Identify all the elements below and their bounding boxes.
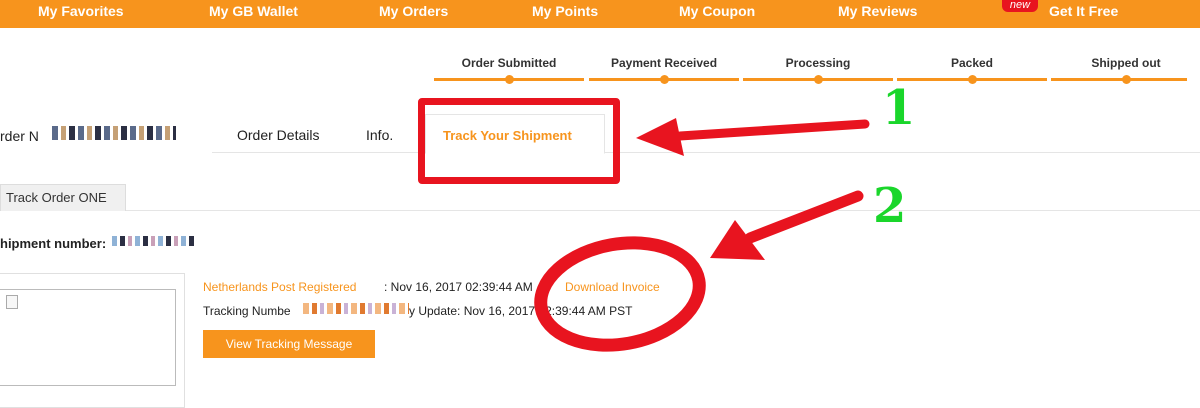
- shipment-date: : Nov 16, 2017 02:39:44 AM: [384, 280, 533, 294]
- nav-my-gb-wallet[interactable]: My GB Wallet: [209, 3, 298, 19]
- annotation-number-1: 1: [882, 80, 916, 136]
- shipment-number-label: hipment number:: [0, 236, 107, 251]
- shipment-number-redacted: [112, 236, 196, 246]
- progress-dot: [505, 75, 514, 84]
- annotation-arrow-2: [744, 190, 864, 244]
- download-invoice-link[interactable]: Download Invoice: [565, 280, 660, 294]
- progress-step-label: Packed: [950, 56, 994, 70]
- tabs-divider: [212, 152, 1200, 153]
- annotation-arrow-1: [675, 119, 870, 141]
- progress-step-label: Processing: [785, 56, 851, 70]
- view-tracking-message-button[interactable]: View Tracking Message: [203, 330, 375, 358]
- nav-my-coupon[interactable]: My Coupon: [679, 3, 755, 19]
- annotation-arrowhead-1: [636, 118, 684, 156]
- progress-step-label: Payment Received: [610, 56, 718, 70]
- order-number-redacted: [52, 126, 176, 140]
- nav-my-points[interactable]: My Points: [532, 3, 598, 19]
- product-image: [0, 289, 176, 386]
- nav-my-reviews[interactable]: My Reviews: [838, 3, 917, 19]
- nav-get-it-free[interactable]: Get It Free: [1049, 3, 1118, 19]
- new-badge: new: [1002, 0, 1038, 12]
- tracking-number-redacted: [303, 303, 409, 314]
- tab-order-details[interactable]: Order Details: [237, 127, 319, 143]
- progress-step-label: Order Submitted: [461, 56, 557, 70]
- annotation-arrowhead-2: [710, 220, 765, 260]
- progress-dot: [814, 75, 823, 84]
- progress-line: [1051, 78, 1187, 81]
- order-number-label: rder N: [0, 128, 39, 144]
- tab-info[interactable]: Info.: [366, 127, 393, 143]
- nav-my-orders[interactable]: My Orders: [379, 3, 448, 19]
- broken-image-icon: [6, 295, 18, 309]
- annotation-number-2: 2: [873, 178, 907, 234]
- progress-dot: [660, 75, 669, 84]
- progress-step-label: Shipped out: [1091, 56, 1161, 70]
- last-update-text: y Update: Nov 16, 2017 02:39:44 AM PST: [409, 304, 633, 318]
- progress-dot: [1122, 75, 1131, 84]
- tab-track-order-one[interactable]: Track Order ONE: [0, 184, 126, 211]
- top-nav: My Favorites My GB Wallet My Orders My P…: [0, 0, 1200, 28]
- nav-my-favorites[interactable]: My Favorites: [38, 3, 124, 19]
- tracking-number-label: Tracking Numbe: [203, 304, 291, 318]
- carrier-name: Netherlands Post Registered: [203, 280, 357, 294]
- annotation-highlight-box: [418, 98, 620, 184]
- track-tabs-divider: [126, 210, 1200, 211]
- annotation-circle: [534, 236, 706, 352]
- progress-dot: [968, 75, 977, 84]
